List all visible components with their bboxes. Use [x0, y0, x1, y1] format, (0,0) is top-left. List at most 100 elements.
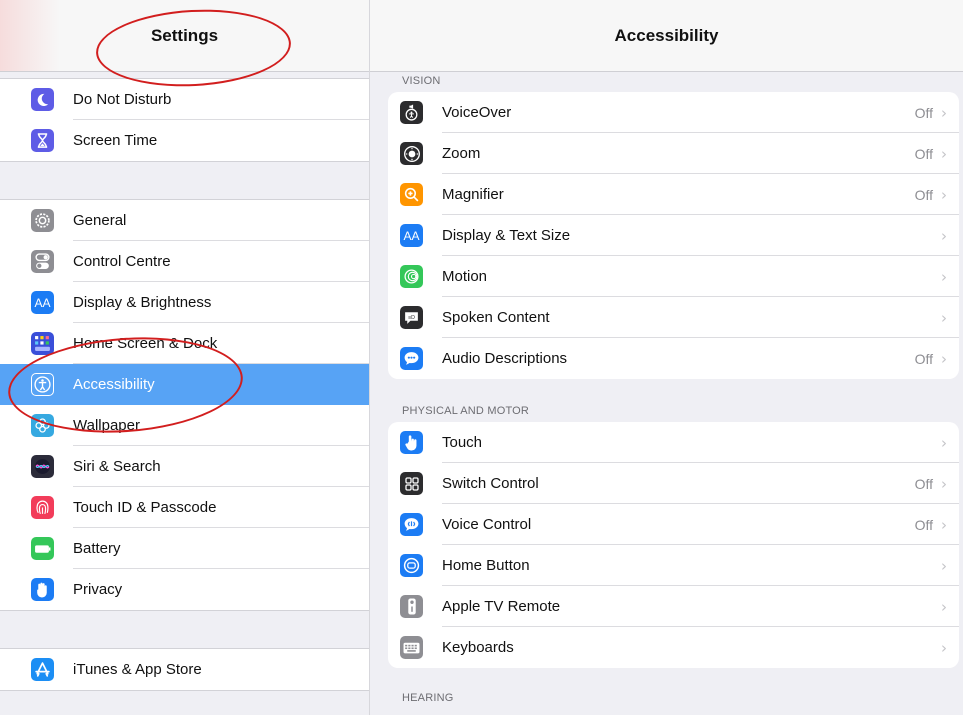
motion-icon — [400, 265, 423, 288]
sidebar-item-control-centre[interactable]: Control Centre — [0, 241, 369, 282]
setting-label: Keyboards — [442, 639, 514, 656]
sidebar-item-home-screen-dock[interactable]: Home Screen & Dock — [0, 323, 369, 364]
chevron-right-icon: › — [941, 349, 947, 368]
sidebar-item-label: iTunes & App Store — [73, 661, 202, 678]
chevron-right-icon: › — [941, 515, 947, 534]
sidebar-item-label: Privacy — [73, 581, 123, 598]
chevron-right-icon: › — [941, 185, 947, 204]
sidebar-item-label: General — [73, 212, 127, 229]
zoom-icon — [400, 142, 423, 165]
home-button-icon — [400, 554, 423, 577]
speech-icon: ≡D — [400, 306, 423, 329]
setting-label: Voice Control — [442, 516, 532, 533]
sidebar-item-label: Home Screen & Dock — [73, 335, 218, 352]
setting-label: VoiceOver — [442, 104, 512, 121]
sidebar-item-accessibility[interactable]: Accessibility — [0, 364, 369, 405]
setting-label: Home Button — [442, 557, 530, 574]
setting-row-display-text-size[interactable]: AA Display & Text Size › — [388, 215, 959, 256]
chevron-right-icon: › — [941, 144, 947, 163]
sidebar-item-do-not-disturb[interactable]: Do Not Disturb — [0, 79, 369, 120]
setting-value: Off — [914, 104, 933, 121]
setting-label: Spoken Content — [442, 309, 550, 326]
sidebar-item-label: Control Centre — [73, 253, 171, 270]
sidebar-item-label: Display & Brightness — [73, 294, 212, 311]
sidebar-group-top: Do Not Disturb Screen Time — [0, 78, 369, 162]
setting-label: Display & Text Size — [442, 227, 571, 244]
sidebar-item-general[interactable]: General — [0, 200, 369, 241]
keyboard-icon — [400, 636, 423, 659]
setting-row-zoom[interactable]: Zoom Off › — [388, 133, 959, 174]
hand-icon — [31, 578, 54, 601]
settings-sidebar: Settings Do Not Disturb Screen Time Gener… — [0, 0, 370, 715]
sidebar-item-display-brightness[interactable]: AA Display & Brightness — [0, 282, 369, 323]
setting-label: Audio Descriptions — [442, 350, 568, 367]
settings-card: VoiceOver Off › Zoom Off › Magnifier Off › AA Disp… — [388, 92, 959, 379]
chevron-right-icon: › — [941, 638, 947, 657]
audio-description-icon — [400, 347, 423, 370]
setting-label: Magnifier — [442, 186, 504, 203]
sidebar-item-privacy[interactable]: Privacy — [0, 569, 369, 610]
sidebar-item-label: Touch ID & Passcode — [73, 499, 217, 516]
sidebar-item-screen-time[interactable]: Screen Time — [0, 120, 369, 161]
accessibility-panel: Accessibility VISION VoiceOver Off › Zoom Off… — [370, 0, 963, 715]
chevron-right-icon: › — [941, 226, 947, 245]
flower-icon — [31, 414, 54, 437]
setting-row-touch[interactable]: Touch › — [388, 422, 959, 463]
voiceover-icon — [400, 101, 423, 124]
section-header: PHYSICAL AND MOTOR — [402, 405, 530, 417]
setting-value: Off — [914, 145, 933, 162]
setting-label: Apple TV Remote — [442, 598, 561, 615]
settings-sections: VISION VoiceOver Off › Zoom Off › Magnifier Off ›… — [370, 72, 963, 709]
section-header: HEARING — [402, 692, 454, 704]
setting-row-switch-control[interactable]: Switch Control Off › — [388, 463, 959, 504]
text-size-icon: AA — [31, 291, 54, 314]
setting-label: Zoom — [442, 145, 481, 162]
chevron-right-icon: › — [941, 267, 947, 286]
sidebar-item-touch-id-passcode[interactable]: Touch ID & Passcode — [0, 487, 369, 528]
setting-value: Off — [914, 516, 933, 533]
chevron-right-icon: › — [941, 556, 947, 575]
switch-control-icon — [400, 472, 423, 495]
grid-icon — [31, 332, 54, 355]
chevron-right-icon: › — [941, 597, 947, 616]
moon-icon — [31, 88, 54, 111]
setting-row-voiceover[interactable]: VoiceOver Off › — [388, 92, 959, 133]
page-title: Accessibility — [614, 25, 719, 45]
svg-text:≡D: ≡D — [408, 315, 415, 321]
touch-icon — [400, 431, 423, 454]
text-size-icon: AA — [400, 224, 423, 247]
sidebar-item-label: Screen Time — [73, 132, 158, 149]
setting-row-keyboards[interactable]: Keyboards › — [388, 627, 959, 668]
toggle-icon — [31, 250, 54, 273]
chevron-right-icon: › — [941, 474, 947, 493]
voice-control-icon — [400, 513, 423, 536]
setting-row-apple-tv-remote[interactable]: Apple TV Remote › — [388, 586, 959, 627]
setting-label: Motion — [442, 268, 488, 285]
settings-card: Touch › Switch Control Off › Voice Control Off… — [388, 422, 959, 668]
sidebar-item-siri-search[interactable]: Siri & Search — [0, 446, 369, 487]
sidebar-title: Settings — [150, 25, 219, 45]
setting-row-spoken-content[interactable]: ≡D Spoken Content › — [388, 297, 959, 338]
chevron-right-icon: › — [941, 103, 947, 122]
setting-value: Off — [914, 186, 933, 203]
sidebar-item-wallpaper[interactable]: Wallpaper — [0, 405, 369, 446]
setting-row-audio-descriptions[interactable]: Audio Descriptions Off › — [388, 338, 959, 379]
sidebar-item-itunes-app-store[interactable]: iTunes & App Store — [0, 649, 369, 690]
sidebar-item-battery[interactable]: Battery — [0, 528, 369, 569]
hourglass-icon — [31, 129, 54, 152]
siri-icon — [31, 455, 54, 478]
chevron-right-icon: › — [941, 433, 947, 452]
accessibility-icon — [31, 373, 54, 396]
magnifier-icon — [400, 183, 423, 206]
setting-row-magnifier[interactable]: Magnifier Off › — [388, 174, 959, 215]
sidebar-item-label: Siri & Search — [73, 458, 161, 475]
fingerprint-icon — [31, 496, 54, 519]
setting-row-voice-control[interactable]: Voice Control Off › — [388, 504, 959, 545]
gear-icon — [31, 209, 54, 232]
sidebar-item-label: Battery — [73, 540, 121, 557]
setting-row-home-button[interactable]: Home Button › — [388, 545, 959, 586]
setting-row-motion[interactable]: Motion › — [388, 256, 959, 297]
sidebar-group-main: General Control Centre AA Display & Brightn… — [0, 199, 369, 611]
